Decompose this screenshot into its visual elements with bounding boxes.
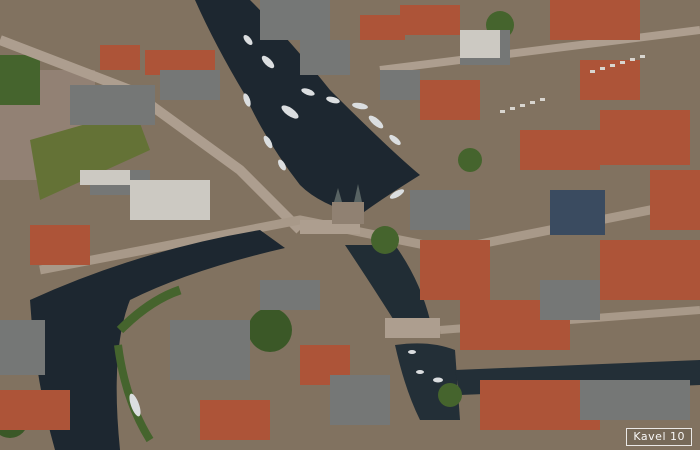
aerial-town-scene	[0, 0, 700, 450]
watermark-label: Kavel 10	[626, 428, 692, 446]
aerial-photo: Kavel 10	[0, 0, 700, 450]
shade-overlay	[0, 0, 700, 450]
